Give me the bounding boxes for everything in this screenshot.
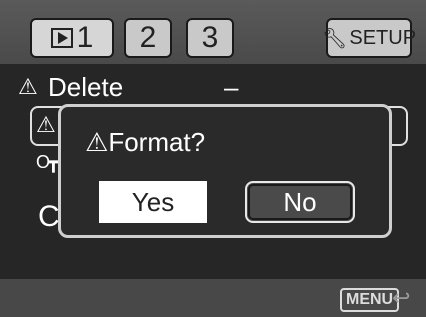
playback-icon: [50, 28, 73, 48]
tab-playback-3[interactable]: 3: [186, 18, 234, 58]
wrench-icon: 🔧︎: [321, 27, 348, 50]
tab-playback-2[interactable]: 2: [124, 18, 172, 58]
menu-item-delete-value: –: [224, 72, 239, 102]
tab-playback-1-label: 1: [76, 21, 94, 54]
menu-item-partial-label: C: [38, 200, 60, 233]
menu-item-delete[interactable]: ⚠ Delete –: [0, 70, 426, 104]
key-icon: O┳: [36, 152, 59, 172]
warning-icon: ⚠: [18, 74, 38, 99]
return-arrow-icon: ↩: [392, 285, 411, 310]
warning-icon: ⚠: [36, 112, 56, 137]
warning-icon: ⚠: [85, 127, 109, 157]
yes-button[interactable]: Yes: [99, 181, 207, 223]
tab-playback-2-label: 2: [139, 21, 157, 54]
camera-playback-menu-screen: 1 2 3 🔧︎ SETUP ⚠ Delete – ⚠ O┳ C ⚠Format…: [0, 0, 426, 317]
menu-tab-bar: 1 2 3 🔧︎ SETUP: [0, 0, 426, 64]
dialog-title: ⚠Format?: [85, 127, 205, 158]
tab-setup[interactable]: 🔧︎ SETUP: [322, 18, 416, 58]
no-button[interactable]: No: [245, 181, 355, 223]
tab-setup-label: SETUP: [349, 26, 417, 49]
tab-playback-3-label: 3: [201, 21, 219, 54]
menu-item-delete-label: Delete: [48, 72, 124, 102]
tab-playback-1[interactable]: 1: [30, 18, 114, 58]
format-confirm-dialog: ⚠Format? Yes No: [58, 104, 392, 238]
footer-bar: MENU ↩: [0, 279, 426, 317]
dialog-title-text: Format?: [108, 127, 206, 157]
menu-key-icon: MENU: [340, 288, 400, 312]
